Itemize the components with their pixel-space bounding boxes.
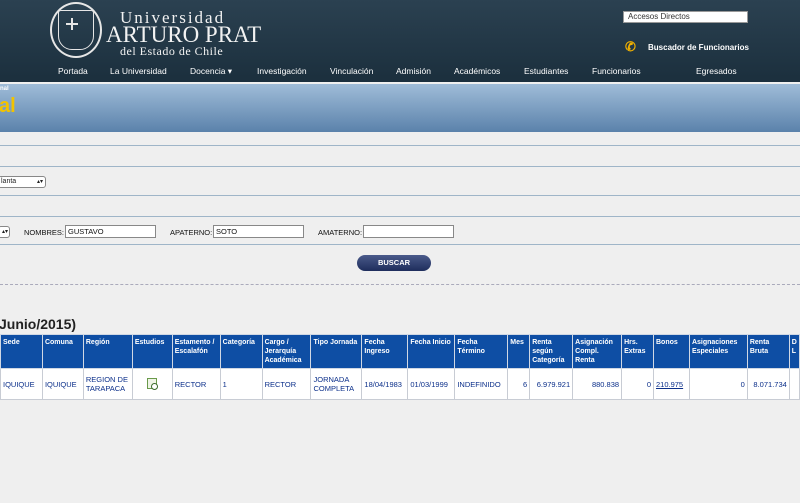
- apaterno-label: APATERNO:: [170, 228, 213, 237]
- col-header: Mes: [507, 334, 531, 369]
- cell-tipo-jornada: JORNADA COMPLETA: [310, 368, 363, 400]
- col-header: Asignación Compl. Renta: [572, 334, 623, 369]
- seal-shield: [58, 10, 94, 50]
- main-nav: Portada La Universidad Docencia ▾ Invest…: [0, 66, 800, 80]
- nav-item-egresados[interactable]: Egresados: [696, 66, 737, 76]
- col-header: Estudios: [131, 334, 173, 369]
- cell-comuna: IQUIQUE: [41, 368, 84, 400]
- col-header: Estamento / Escalafón: [171, 334, 221, 369]
- cell-region: REGION DE TARAPACA: [82, 368, 133, 400]
- filter-select[interactable]: ▴▾: [0, 226, 10, 238]
- cell-extra: [788, 368, 800, 400]
- col-header: Fecha Ingreso: [361, 334, 409, 369]
- document-search-icon[interactable]: [147, 377, 159, 390]
- cell-cargo: RECTOR: [261, 368, 312, 400]
- page-banner: nal al: [0, 84, 800, 132]
- results-table: Sede Comuna Región Estudios Estamento / …: [0, 334, 800, 400]
- nav-item-academicos[interactable]: Académicos: [454, 66, 500, 76]
- cell-bonos-link[interactable]: 210.975: [652, 368, 690, 400]
- col-header: Sede: [0, 334, 43, 369]
- nav-item-docencia[interactable]: Docencia ▾: [190, 66, 232, 77]
- divider: [0, 195, 800, 196]
- cell-fecha-inicio: 01/03/1999: [407, 368, 456, 400]
- cell-estudios: [131, 368, 173, 400]
- nav-item-investigacion[interactable]: Investigación: [257, 66, 307, 76]
- nav-item-portada[interactable]: Portada: [58, 66, 88, 76]
- col-header: Categoría: [219, 334, 263, 369]
- col-header: Bonos: [652, 334, 690, 369]
- col-header: Cargo / Jerarquía Académica: [261, 334, 312, 369]
- site-header: Universidad ARTURO PRAT del Estado de Ch…: [0, 0, 800, 82]
- apaterno-input[interactable]: SOTO: [213, 225, 304, 238]
- planta-select[interactable]: lanta ▴▾: [0, 176, 46, 188]
- cell-renta-categoria: 6.979.921: [529, 368, 574, 400]
- col-header: Hrs. Extras: [621, 334, 654, 369]
- nav-item-la-universidad[interactable]: La Universidad: [110, 66, 167, 76]
- col-header: Renta según Categoría: [529, 334, 574, 369]
- nav-item-funcionarios[interactable]: Funcionarios: [592, 66, 641, 76]
- divider: [0, 166, 800, 167]
- chevron-updown-icon: ▴▾: [1, 229, 8, 235]
- dashed-divider: [0, 284, 800, 285]
- divider: [0, 244, 800, 245]
- col-header: Comuna: [41, 334, 84, 369]
- cell-asignacion-compl: 880.838: [572, 368, 623, 400]
- col-header: D L: [788, 334, 800, 369]
- col-header: Región: [82, 334, 133, 369]
- amaterno-input[interactable]: [363, 225, 454, 238]
- buscador-funcionarios-link[interactable]: ✆ Buscador de Funcionarios: [625, 40, 749, 54]
- nombres-label: NOMBRES:: [24, 228, 65, 237]
- nombres-input[interactable]: GUSTAVO: [65, 225, 156, 238]
- cell-hrs-extras: 0: [621, 368, 654, 400]
- cell-fecha-ingreso: 18/04/1983: [361, 368, 409, 400]
- buscador-label: Buscador de Funcionarios: [648, 42, 749, 52]
- col-header: Fecha Inicio: [407, 334, 456, 369]
- cell-mes: 6: [507, 368, 531, 400]
- divider: [0, 145, 800, 146]
- planta-select-value: lanta: [1, 178, 17, 185]
- table-row: IQUIQUE IQUIQUE REGION DE TARAPACA RECTO…: [0, 368, 800, 400]
- chevron-updown-icon: ▴▾: [36, 179, 43, 185]
- university-seal-logo[interactable]: [50, 2, 102, 58]
- col-header: Asignaciones Especiales: [688, 334, 748, 369]
- results-title: Junio/2015): [0, 316, 77, 332]
- buscar-button[interactable]: BUSCAR: [357, 255, 431, 271]
- phone-icon: ✆: [625, 39, 636, 54]
- banner-title: al: [0, 95, 16, 117]
- cell-sede: IQUIQUE: [0, 368, 43, 400]
- cell-estamento: RECTOR: [171, 368, 221, 400]
- divider: [0, 216, 800, 217]
- logo-text-estado-chile[interactable]: del Estado de Chile: [120, 44, 223, 59]
- cell-renta-bruta: 8.071.734: [746, 368, 790, 400]
- col-header: Fecha Término: [454, 334, 509, 369]
- nav-item-admision[interactable]: Admisión: [396, 66, 431, 76]
- col-header: Tipo Jornada: [310, 334, 363, 369]
- accesos-directos-select[interactable]: Accesos Directos: [623, 11, 748, 23]
- amaterno-label: AMATERNO:: [318, 228, 363, 237]
- col-header: Renta Bruta: [746, 334, 790, 369]
- cell-categoria: 1: [219, 368, 263, 400]
- table-header-row: Sede Comuna Región Estudios Estamento / …: [0, 334, 800, 369]
- cell-asignaciones-especiales: 0: [688, 368, 748, 400]
- nav-item-estudiantes[interactable]: Estudiantes: [524, 66, 568, 76]
- nav-item-vinculacion[interactable]: Vinculación: [330, 66, 373, 76]
- seal-cross: [66, 18, 78, 30]
- banner-subtitle: nal: [0, 86, 9, 92]
- cell-fecha-termino: INDEFINIDO: [454, 368, 509, 400]
